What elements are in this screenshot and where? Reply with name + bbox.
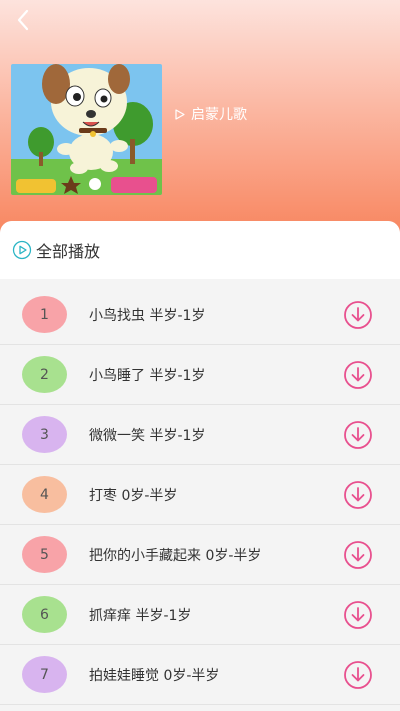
song-row[interactable]: 6 抓痒痒 半岁-1岁 <box>0 585 400 645</box>
download-icon[interactable] <box>343 360 373 390</box>
song-row[interactable]: 3 微微一笑 半岁-1岁 <box>0 405 400 465</box>
song-panel: 全部播放 1 小鸟找虫 半岁-1岁 2 小鸟睡了 半岁-1岁 3 微微一笑 半岁-1岁 4 打… <box>0 221 400 711</box>
download-icon[interactable] <box>343 660 373 690</box>
download-icon[interactable] <box>343 540 373 570</box>
track-number-badge: 1 <box>22 296 67 333</box>
album-cover-image <box>11 64 162 195</box>
play-all-button[interactable]: 全部播放 <box>0 221 400 279</box>
track-number-badge: 7 <box>22 656 67 693</box>
track-number-badge: 2 <box>22 356 67 393</box>
song-list: 1 小鸟找虫 半岁-1岁 2 小鸟睡了 半岁-1岁 3 微微一笑 半岁-1岁 4 打枣 0岁-… <box>0 285 400 705</box>
download-icon[interactable] <box>343 600 373 630</box>
song-row[interactable]: 1 小鸟找虫 半岁-1岁 <box>0 285 400 345</box>
download-icon[interactable] <box>343 300 373 330</box>
play-all-label: 全部播放 <box>36 242 101 261</box>
song-row[interactable]: 4 打枣 0岁-半岁 <box>0 465 400 525</box>
track-number-badge: 6 <box>22 596 67 633</box>
song-title: 小鸟睡了 半岁-1岁 <box>89 367 206 384</box>
album-title: 启蒙儿歌 <box>191 107 247 123</box>
song-title: 抓痒痒 半岁-1岁 <box>89 607 192 624</box>
song-row[interactable]: 2 小鸟睡了 半岁-1岁 <box>0 345 400 405</box>
song-title: 拍娃娃睡觉 0岁-半岁 <box>89 667 220 684</box>
song-title: 把你的小手藏起来 0岁-半岁 <box>89 547 262 564</box>
download-icon[interactable] <box>343 420 373 450</box>
song-row[interactable]: 5 把你的小手藏起来 0岁-半岁 <box>0 525 400 585</box>
play-icon <box>175 108 185 120</box>
track-number-badge: 3 <box>22 416 67 453</box>
song-title: 打枣 0岁-半岁 <box>89 487 178 504</box>
song-title: 微微一笑 半岁-1岁 <box>89 427 206 444</box>
header: 启蒙儿歌 <box>0 0 400 240</box>
track-number-badge: 5 <box>22 536 67 573</box>
track-number-badge: 4 <box>22 476 67 513</box>
song-row[interactable]: 7 拍娃娃睡觉 0岁-半岁 <box>0 645 400 705</box>
back-arrow-icon[interactable] <box>10 6 38 34</box>
download-icon[interactable] <box>343 480 373 510</box>
album-tag: 启蒙儿歌 <box>174 104 247 124</box>
play-circle-icon <box>12 240 32 260</box>
song-title: 小鸟找虫 半岁-1岁 <box>89 307 206 324</box>
